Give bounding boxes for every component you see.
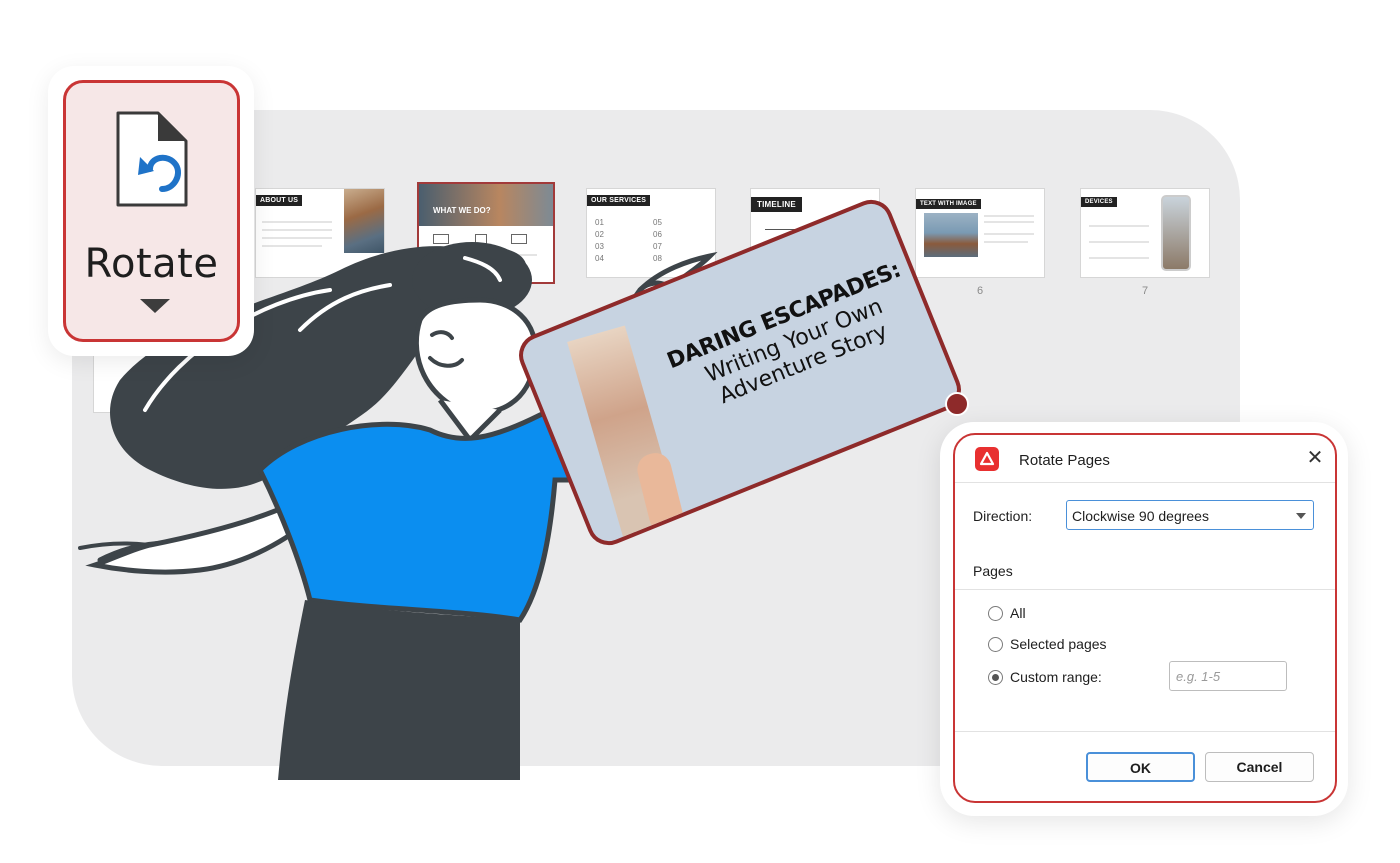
option-custom-range-label: Custom range: xyxy=(1010,669,1102,685)
divider xyxy=(955,482,1335,483)
chevron-down-icon[interactable] xyxy=(140,299,170,313)
radio-selected-pages[interactable] xyxy=(988,637,1003,652)
divider xyxy=(955,589,1335,590)
radio-custom-range[interactable] xyxy=(988,670,1003,685)
page-rotate-icon xyxy=(116,111,188,207)
close-icon[interactable]: ✕ xyxy=(1305,447,1325,469)
pages-label: Pages xyxy=(973,563,1013,579)
chevron-down-icon xyxy=(1296,513,1306,519)
app-logo-icon xyxy=(975,447,999,471)
rotate-button-label: Rotate xyxy=(84,241,219,287)
dialog-title: Rotate Pages xyxy=(1019,452,1110,469)
direction-select[interactable]: Clockwise 90 degrees xyxy=(1066,500,1314,530)
radio-all[interactable] xyxy=(988,606,1003,621)
ok-button[interactable]: OK xyxy=(1086,752,1195,782)
stage: ABOUT US WHAT WE DO? OUR SERVICES 01 02 … xyxy=(0,0,1400,863)
option-all-label: All xyxy=(1010,605,1026,621)
option-selected-pages-label: Selected pages xyxy=(1010,636,1107,652)
rotate-handle-dot[interactable] xyxy=(945,392,969,416)
rotate-pages-dialog: Rotate Pages ✕ Direction: Clockwise 90 d… xyxy=(953,433,1337,803)
direction-value: Clockwise 90 degrees xyxy=(1072,508,1209,524)
rotate-button[interactable]: Rotate xyxy=(63,80,240,342)
direction-label: Direction: xyxy=(973,508,1033,524)
cancel-button[interactable]: Cancel xyxy=(1205,752,1314,782)
custom-range-input[interactable]: e.g. 1-5 xyxy=(1169,661,1287,691)
divider xyxy=(955,731,1335,732)
